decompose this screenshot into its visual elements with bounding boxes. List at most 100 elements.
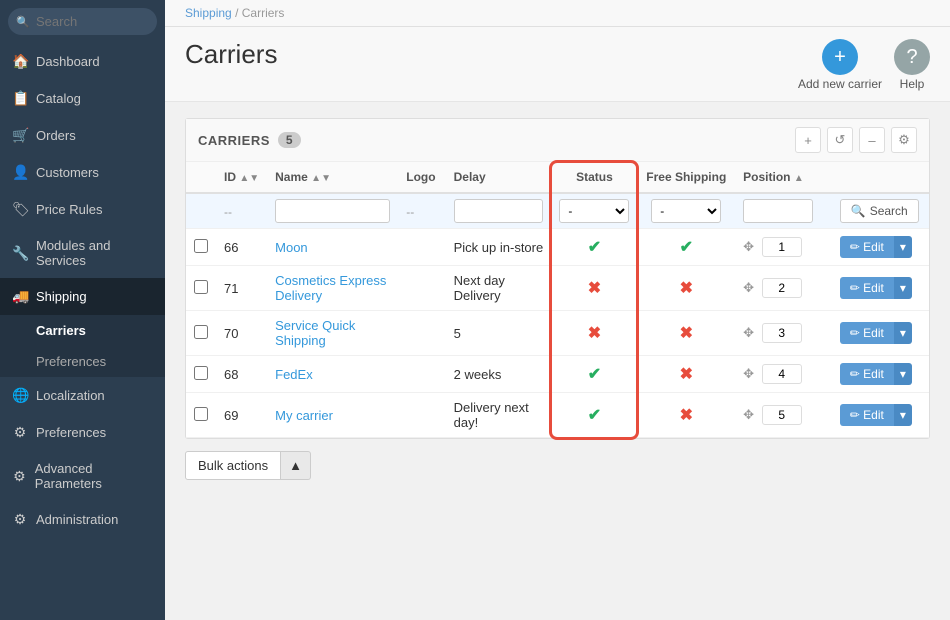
th-position: Position ▲	[735, 162, 832, 193]
panel-refresh-button[interactable]: ↺	[827, 127, 853, 153]
position-input[interactable]	[762, 405, 802, 425]
position-input[interactable]	[762, 323, 802, 343]
row-free-shipping[interactable]: ✔	[637, 229, 735, 266]
drag-handle-icon[interactable]: ✥	[743, 325, 754, 340]
row-checkbox-cell	[186, 229, 216, 266]
row-position: ✥	[735, 393, 832, 438]
edit-button[interactable]: ✏ Edit	[840, 363, 894, 385]
row-logo	[398, 393, 445, 438]
edit-dropdown-button[interactable]: ▾	[894, 236, 912, 258]
sidebar-item-modules[interactable]: 🔧 Modules and Services	[0, 228, 165, 278]
modules-icon: 🔧	[12, 245, 28, 262]
carrier-link[interactable]: My carrier	[275, 408, 333, 423]
row-position: ✥	[735, 266, 832, 311]
filter-position-input[interactable]	[743, 199, 813, 223]
name-sort-icon[interactable]: ▲▼	[311, 173, 331, 184]
row-logo	[398, 356, 445, 393]
drag-handle-icon[interactable]: ✥	[743, 366, 754, 381]
row-checkbox[interactable]	[194, 325, 208, 339]
filter-freeship-select[interactable]: - Yes No	[651, 199, 721, 223]
edit-button-group: ✏ Edit ▾	[840, 277, 921, 299]
drag-handle-icon[interactable]: ✥	[743, 280, 754, 295]
row-checkbox[interactable]	[194, 280, 208, 294]
edit-dropdown-button[interactable]: ▾	[894, 277, 912, 299]
sidebar-item-label: Localization	[36, 388, 105, 403]
edit-dropdown-button[interactable]: ▾	[894, 322, 912, 344]
sidebar-item-preferences[interactable]: ⚙ Preferences	[0, 414, 165, 451]
row-free-shipping[interactable]: ✖	[637, 311, 735, 356]
row-delay: Delivery next day!	[446, 393, 552, 438]
add-new-carrier-button[interactable]: + Add new carrier	[798, 39, 882, 91]
sidebar-item-advanced-params[interactable]: ⚙ Advanced Parameters	[0, 451, 165, 501]
row-checkbox[interactable]	[194, 366, 208, 380]
status-indicator: ✔	[588, 366, 601, 383]
row-checkbox[interactable]	[194, 239, 208, 253]
edit-dropdown-button[interactable]: ▾	[894, 404, 912, 426]
carrier-link[interactable]: Cosmetics Express Delivery	[275, 273, 386, 303]
carrier-link[interactable]: Moon	[275, 240, 308, 255]
th-delay: Delay	[446, 162, 552, 193]
freeship-indicator: ✖	[680, 325, 693, 342]
filter-delay-input[interactable]	[454, 199, 544, 223]
carrier-link[interactable]: FedEx	[275, 367, 313, 382]
customers-icon: 👤	[12, 164, 28, 181]
status-indicator: ✔	[588, 239, 601, 256]
position-input[interactable]	[762, 364, 802, 384]
sidebar-search-container: 🔍	[8, 8, 157, 35]
row-free-shipping[interactable]: ✖	[637, 393, 735, 438]
panel-settings-button[interactable]: ⚙	[891, 127, 917, 153]
breadcrumb-parent[interactable]: Shipping	[185, 6, 232, 20]
row-status[interactable]: ✔	[551, 229, 637, 266]
row-logo	[398, 311, 445, 356]
row-free-shipping[interactable]: ✖	[637, 356, 735, 393]
sidebar-item-dashboard[interactable]: 🏠 Dashboard	[0, 43, 165, 80]
carriers-panel-header: CARRIERS 5 + ↺ – ⚙	[186, 119, 929, 162]
sidebar-item-orders[interactable]: 🛒 Orders	[0, 117, 165, 154]
bulk-actions-dropdown[interactable]: ▲	[281, 451, 311, 480]
row-status[interactable]: ✖	[551, 311, 637, 356]
bulk-actions-button[interactable]: Bulk actions	[185, 451, 281, 480]
row-status[interactable]: ✔	[551, 356, 637, 393]
drag-handle-icon[interactable]: ✥	[743, 239, 754, 254]
filter-delay-col	[446, 193, 552, 229]
sidebar-item-label: Price Rules	[36, 202, 102, 217]
position-sort-icon[interactable]: ▲	[794, 173, 804, 184]
status-indicator: ✖	[588, 280, 601, 297]
sidebar-search-input[interactable]	[8, 8, 157, 35]
panel-add-button[interactable]: +	[795, 127, 821, 153]
edit-button[interactable]: ✏ Edit	[840, 236, 894, 258]
row-free-shipping[interactable]: ✖	[637, 266, 735, 311]
row-status[interactable]: ✖	[551, 266, 637, 311]
sidebar-sub-item-carriers[interactable]: Carriers	[0, 315, 165, 346]
row-name: Service Quick Shipping	[267, 311, 398, 356]
row-status[interactable]: ✔	[551, 393, 637, 438]
row-checkbox[interactable]	[194, 407, 208, 421]
help-button[interactable]: ? Help	[894, 39, 930, 91]
sidebar-item-customers[interactable]: 👤 Customers	[0, 154, 165, 191]
sidebar-sub-item-preferences[interactable]: Preferences	[0, 346, 165, 377]
sidebar-item-localization[interactable]: 🌐 Localization	[0, 377, 165, 414]
position-input[interactable]	[762, 237, 802, 257]
administration-icon: ⚙	[12, 511, 28, 528]
th-logo: Logo	[398, 162, 445, 193]
edit-button[interactable]: ✏ Edit	[840, 404, 894, 426]
edit-dropdown-button[interactable]: ▾	[894, 363, 912, 385]
edit-button[interactable]: ✏ Edit	[840, 277, 894, 299]
row-delay: 5	[446, 311, 552, 356]
filter-search-button[interactable]: 🔍 Search	[840, 199, 919, 223]
panel-collapse-button[interactable]: –	[859, 127, 885, 153]
id-sort-icon[interactable]: ▲▼	[239, 173, 259, 184]
filter-status-select[interactable]: - Yes No	[559, 199, 629, 223]
carrier-link[interactable]: Service Quick Shipping	[275, 318, 355, 348]
position-input[interactable]	[762, 278, 802, 298]
sidebar-item-catalog[interactable]: 📋 Catalog	[0, 80, 165, 117]
preferences-icon: ⚙	[12, 424, 28, 441]
status-indicator: ✔	[588, 407, 601, 424]
filter-name-input[interactable]	[275, 199, 390, 223]
table-body: 66 Moon Pick up in-store ✔ ✔ ✥ ✏ Edit ▾ …	[186, 229, 929, 438]
drag-handle-icon[interactable]: ✥	[743, 407, 754, 422]
edit-button[interactable]: ✏ Edit	[840, 322, 894, 344]
sidebar-item-administration[interactable]: ⚙ Administration	[0, 501, 165, 538]
sidebar-item-shipping[interactable]: 🚚 Shipping	[0, 278, 165, 315]
sidebar-item-price-rules[interactable]: 🏷 Price Rules	[0, 191, 165, 228]
